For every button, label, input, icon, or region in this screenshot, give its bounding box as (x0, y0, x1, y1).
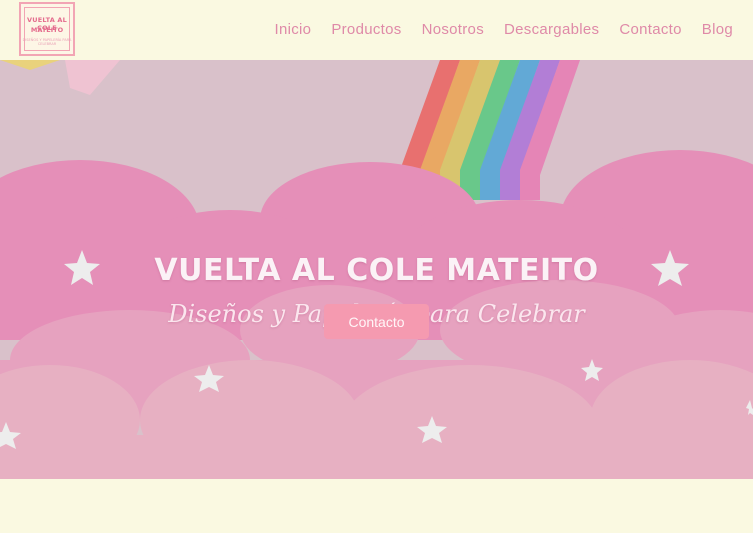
nav-link-contacto[interactable]: Contacto (619, 21, 681, 38)
nav-link-descargables[interactable]: Descargables (504, 21, 599, 38)
contact-button[interactable]: Contacto (324, 304, 429, 339)
site-header: VUELTA AL COLE MATEITO DISEÑOS Y PAPELER… (0, 0, 753, 60)
logo-text-line2: MATEITO (30, 26, 64, 34)
nav-link-inicio[interactable]: Inicio (275, 21, 312, 38)
hero-title: VUELTA AL COLE MATEITO (154, 253, 599, 288)
hero-banner: VUELTA AL COLE MATEITO Diseños y Papeler… (0, 60, 753, 479)
nav-link-productos[interactable]: Productos (331, 21, 401, 38)
nav-link-nosotros[interactable]: Nosotros (422, 21, 484, 38)
nav-link-blog[interactable]: Blog (702, 21, 733, 38)
main-nav: Inicio Productos Nosotros Descargables C… (275, 21, 734, 38)
logo-tagline: DISEÑOS Y PAPELERÍA PARA CELEBRAR (22, 38, 72, 46)
site-logo[interactable]: VUELTA AL COLE MATEITO DISEÑOS Y PAPELER… (19, 2, 75, 56)
